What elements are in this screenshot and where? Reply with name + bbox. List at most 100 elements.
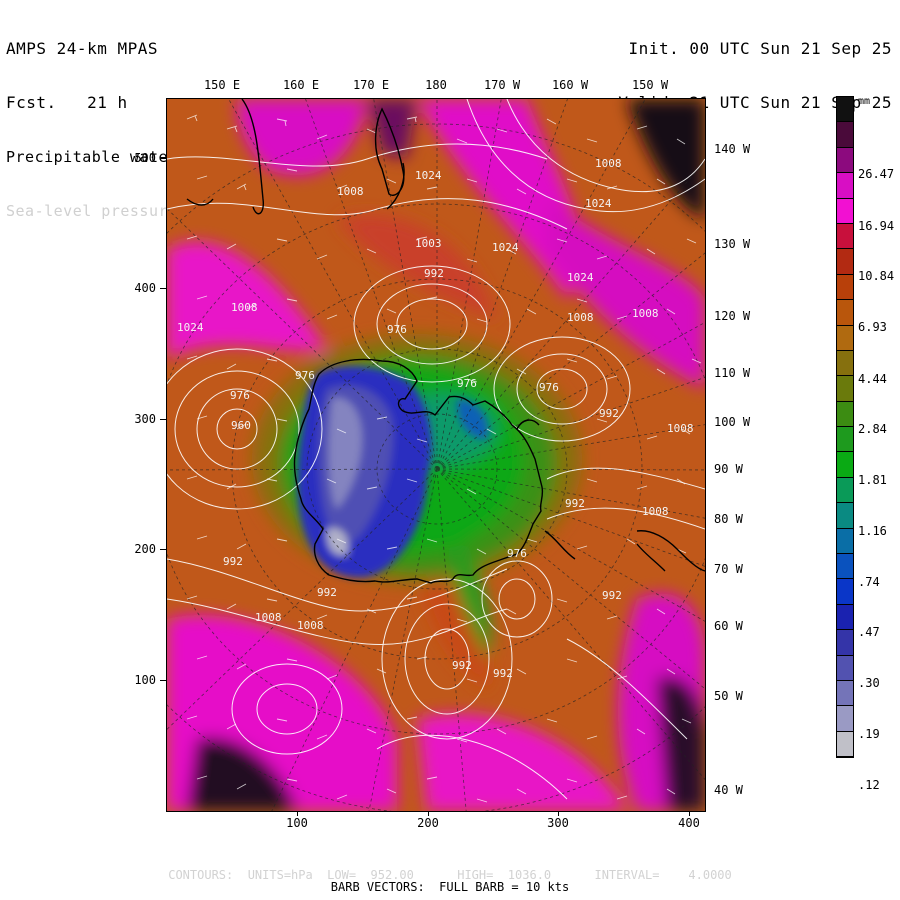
colorbar-segment (837, 300, 853, 326)
contour-label: 992 (223, 555, 243, 568)
colorbar-segment (837, 477, 853, 504)
top-lon-label: 170 W (483, 78, 521, 92)
contour-label: 1008 (667, 422, 694, 435)
colorbar-label: 26.47 (858, 167, 895, 181)
contour-label: 976 (457, 377, 477, 390)
left-axis-tick-label: 500 (134, 151, 156, 165)
contour-label: 1008 (255, 611, 282, 624)
colorbar-segment (837, 528, 853, 555)
colorbar-label: 1.81 (858, 473, 887, 487)
right-lon-label: 60 W (714, 619, 743, 633)
colorbar-label: 1.16 (858, 524, 887, 538)
contour-label: 976 (387, 323, 407, 336)
right-lon-label: 90 W (714, 462, 743, 476)
top-lon-label: 160 E (282, 78, 320, 92)
right-lon-label: 50 W (714, 689, 743, 703)
colorbar-segment (837, 325, 853, 351)
contour-label: 1008 (567, 311, 594, 324)
colorbar-unit: mm (858, 96, 871, 107)
right-lon-label: 100 W (714, 415, 751, 429)
colorbar-segment (837, 731, 853, 758)
colorbar-segment (837, 274, 853, 301)
contour-label: 992 (452, 659, 472, 672)
contour-label: 1024 (567, 271, 594, 284)
bottom-axis-tick-label: 400 (678, 816, 700, 830)
contour-label: 1008 (642, 505, 669, 518)
colorbar-segment (837, 198, 853, 224)
colorbar-label: .12 (858, 778, 880, 792)
colorbar-segment (837, 655, 853, 681)
contour-label: 976 (230, 389, 250, 402)
colorbar-segment (837, 376, 853, 402)
contour-label: 992 (565, 497, 585, 510)
colorbar-segment (837, 452, 853, 478)
contour-label: 992 (317, 586, 337, 599)
contour-label: 1024 (492, 241, 519, 254)
right-lon-label: 70 W (714, 562, 743, 576)
top-lon-label: 170 E (352, 78, 390, 92)
right-lon-label: 40 W (714, 783, 743, 797)
colorbar-segment (837, 147, 853, 174)
contour-label: 1024 (177, 321, 204, 334)
contour-label: 1008 (595, 157, 622, 170)
top-lon-label: 160 W (551, 78, 589, 92)
contour-label: 960 (231, 419, 251, 432)
contour-label: 1024 (415, 169, 442, 182)
colorbar-segment (837, 223, 853, 250)
colorbar-segment (837, 427, 853, 453)
colorbar-segment (837, 706, 853, 732)
contour-label: 992 (599, 407, 619, 420)
right-lon-label: 120 W (714, 309, 751, 323)
model-title: AMPS 24-km MPAS (6, 39, 158, 58)
colorbar-segment (837, 401, 853, 428)
right-lon-label: 140 W (714, 142, 751, 156)
contour-label: 992 (602, 589, 622, 602)
init-time: Init. 00 UTC Sun 21 Sep 25 (628, 39, 892, 58)
footer-barbs: BARB VECTORS: FULL BARB = 10 kts (330, 880, 570, 894)
colorbar-label: .19 (858, 727, 880, 741)
left-axis-tick-label: 100 (134, 673, 156, 687)
right-lon-label: 80 W (714, 512, 743, 526)
contour-label: 1003 (415, 237, 442, 250)
left-axis-tick-label: 200 (134, 542, 156, 556)
colorbar-segment (837, 97, 853, 123)
colorbar-segment (837, 350, 853, 377)
colorbar-label: 6.93 (858, 320, 887, 334)
top-lon-label: 180 (425, 78, 447, 92)
left-axis-tick-label: 300 (134, 412, 156, 426)
top-lon-label: 150 W (631, 78, 669, 92)
top-lon-label: 150 E (203, 78, 241, 92)
colorbar-label: 4.44 (858, 372, 887, 386)
colorbar-segment (837, 630, 853, 656)
contour-label: 992 (424, 267, 444, 280)
colorbar-label: .47 (858, 625, 880, 639)
colorbar-segment (837, 680, 853, 707)
bottom-axis-tick-label: 100 (286, 816, 308, 830)
map-canvas: 1024 1024 1024 1024 1024 1008 1008 1008 … (167, 99, 705, 811)
colorbar-segment (837, 579, 853, 605)
contour-label: 1008 (231, 301, 258, 314)
right-lon-label: 110 W (714, 366, 751, 380)
right-lon-label: 130 W (714, 237, 751, 251)
colorbar-segment (837, 554, 853, 580)
contour-label: 1008 (632, 307, 659, 320)
colorbar-segment (837, 249, 853, 275)
colorbar-segment (837, 503, 853, 529)
colorbar (836, 96, 854, 759)
contour-label: 976 (507, 547, 527, 560)
contour-label: 1024 (585, 197, 612, 210)
weather-map: 1024 1024 1024 1024 1024 1008 1008 1008 … (166, 98, 706, 812)
colorbar-label: 16.94 (858, 219, 895, 233)
colorbar-label: 10.84 (858, 269, 895, 283)
left-axis-tick-label: 400 (134, 281, 156, 295)
colorbar-label: .74 (858, 575, 880, 589)
colorbar-segment (837, 604, 853, 631)
colorbar-label: 2.84 (858, 422, 887, 436)
bottom-axis-tick-label: 200 (417, 816, 439, 830)
contour-label: 976 (539, 381, 559, 394)
colorbar-segment (837, 173, 853, 199)
colorbar-segment (837, 122, 853, 148)
contour-label: 1008 (297, 619, 324, 632)
colorbar-label: .30 (858, 676, 880, 690)
contour-label: 992 (493, 667, 513, 680)
